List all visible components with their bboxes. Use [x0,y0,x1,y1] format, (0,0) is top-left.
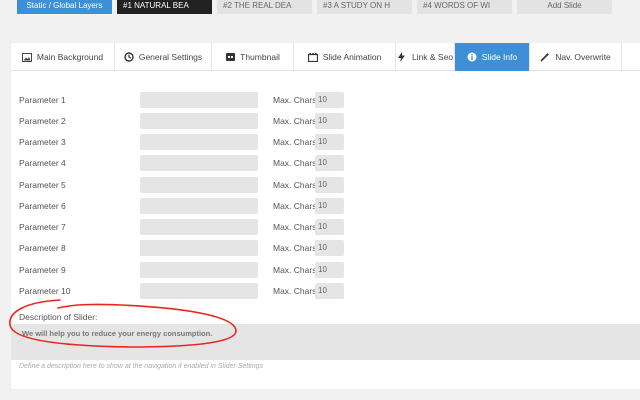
parameter-row: Parameter 1 Max. Chars 10 [11,92,640,108]
thumbnail-icon [225,52,235,62]
tab-label: Thumbnail [240,52,280,62]
parameter-input[interactable] [140,134,258,150]
parameter-row: Parameter 8 Max. Chars 10 [11,240,640,256]
tab-label: General Settings [138,52,203,62]
add-slide-button[interactable]: Add Slide [517,0,612,14]
slide-tab-3[interactable]: #3 A STUDY ON H [317,0,412,14]
max-chars-label: Max. Chars [273,286,317,296]
slide-tab-2[interactable]: #2 THE REAL DEA [217,0,312,14]
tab-label: Main Background [36,52,104,62]
parameter-input[interactable] [140,240,258,256]
parameter-label: Parameter 8 [19,243,66,253]
parameter-row: Parameter 6 Max. Chars 10 [11,198,640,214]
slide-tabs-bar: Static / Global Layers #1 NATURAL BEA #2… [0,0,640,14]
settings-tabs: Main Background General Settings Thumbna… [11,43,640,71]
tab-link-seo[interactable]: Link & Seo [396,43,455,71]
parameter-label: Parameter 5 [19,180,66,190]
tab-general-settings[interactable]: General Settings [115,43,212,71]
parameter-input[interactable] [140,262,258,278]
parameter-label: Parameter 9 [19,265,66,275]
max-chars-input[interactable]: 10 [315,198,344,214]
max-chars-label: Max. Chars [273,201,317,211]
max-chars-label: Max. Chars [273,222,317,232]
parameter-input[interactable] [140,113,258,129]
magic-wand-icon [540,52,550,62]
parameter-label: Parameter 10 [19,286,71,296]
image-icon [21,52,32,62]
parameter-label: Parameter 3 [19,137,66,147]
info-icon [467,52,477,62]
description-label: Description of Slider: [19,312,98,322]
max-chars-input[interactable]: 10 [315,92,344,108]
film-icon [307,52,318,62]
parameter-row: Parameter 3 Max. Chars 10 [11,134,640,150]
tab-label: Link & Seo [411,52,454,62]
tab-label: Nav. Overwrite [555,52,611,62]
parameter-label: Parameter 6 [19,201,66,211]
parameter-label: Parameter 1 [19,95,66,105]
description-hint: Define a description here to show at the… [19,363,263,370]
bolt-icon [397,52,407,62]
history-icon [124,52,134,62]
slide-tab-1[interactable]: #1 NATURAL BEA [117,0,212,14]
max-chars-label: Max. Chars [273,158,317,168]
max-chars-input[interactable]: 10 [315,134,344,150]
parameter-input[interactable] [140,198,258,214]
parameter-row: Parameter 9 Max. Chars 10 [11,262,640,278]
parameter-label: Parameter 2 [19,116,66,126]
parameter-label: Parameter 7 [19,222,66,232]
tab-slide-info[interactable]: Slide Info [455,43,530,71]
parameter-input[interactable] [140,177,258,193]
tab-thumbnail[interactable]: Thumbnail [212,43,294,71]
max-chars-label: Max. Chars [273,116,317,126]
slide-settings-panel: Main Background General Settings Thumbna… [11,43,640,389]
static-layers-tab[interactable]: Static / Global Layers [17,0,112,14]
description-textarea[interactable]: We will help you to reduce your energy c… [11,324,640,360]
max-chars-input[interactable]: 10 [315,262,344,278]
tab-slide-animation[interactable]: Slide Animation [294,43,396,71]
max-chars-label: Max. Chars [273,95,317,105]
max-chars-label: Max. Chars [273,137,317,147]
parameter-input[interactable] [140,219,258,235]
parameter-row: Parameter 7 Max. Chars 10 [11,219,640,235]
max-chars-input[interactable]: 10 [315,113,344,129]
max-chars-label: Max. Chars [273,265,317,275]
max-chars-input[interactable]: 10 [315,177,344,193]
parameter-row: Parameter 2 Max. Chars 10 [11,113,640,129]
slide-tab-4[interactable]: #4 WORDS OF WI [417,0,512,14]
parameter-input[interactable] [140,155,258,171]
max-chars-label: Max. Chars [273,180,317,190]
max-chars-input[interactable]: 10 [315,155,344,171]
parameter-input[interactable] [140,92,258,108]
tab-label: Slide Animation [322,52,382,62]
parameter-row: Parameter 10 Max. Chars 10 [11,283,640,299]
tab-main-background[interactable]: Main Background [11,43,115,71]
max-chars-input[interactable]: 10 [315,219,344,235]
parameter-label: Parameter 4 [19,158,66,168]
max-chars-label: Max. Chars [273,243,317,253]
parameter-input[interactable] [140,283,258,299]
parameter-row: Parameter 5 Max. Chars 10 [11,177,640,193]
max-chars-input[interactable]: 10 [315,283,344,299]
max-chars-input[interactable]: 10 [315,240,344,256]
description-value: We will help you to reduce your energy c… [22,329,213,338]
parameter-row: Parameter 4 Max. Chars 10 [11,155,640,171]
tab-label: Slide Info [481,52,518,62]
tab-nav-overwrite[interactable]: Nav. Overwrite [530,43,622,71]
